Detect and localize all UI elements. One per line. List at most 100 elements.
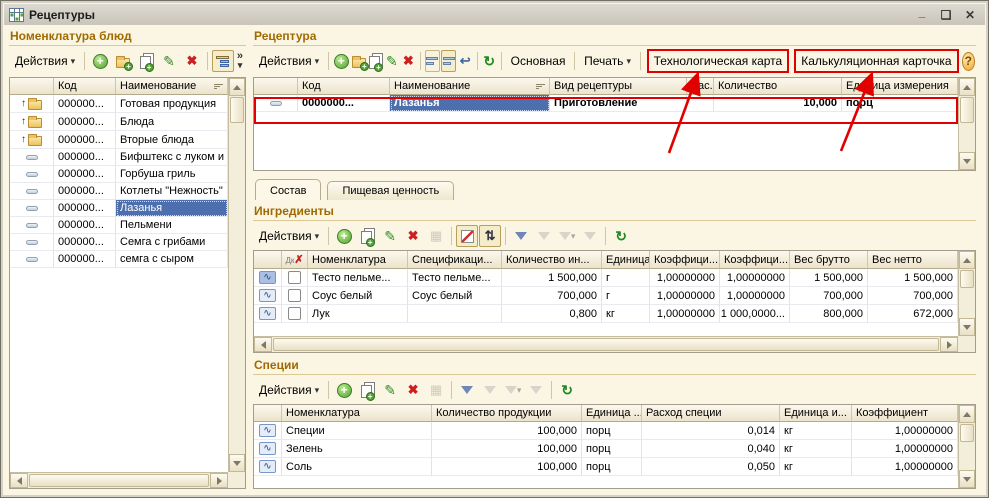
spice-row[interactable]: ∿ Специи 100,000 порц 0,014 кг 1,0000000… [254, 422, 958, 440]
edit-button[interactable]: ✎ [379, 225, 401, 247]
selected-cell[interactable]: Лазанья [390, 95, 550, 112]
checkbox[interactable] [288, 289, 301, 302]
print-button[interactable]: Печать ▾ [579, 51, 636, 71]
clear-filter-button[interactable] [525, 379, 547, 401]
table-row[interactable]: 000000... Бифштекс с луком и ... [10, 149, 228, 166]
table-row[interactable]: ↑ 000000... Вторые блюда [10, 131, 228, 149]
main-button[interactable]: Основная [506, 51, 571, 71]
code-column-header[interactable]: Код [54, 78, 116, 95]
edit-button[interactable]: ✎ [158, 50, 180, 72]
scroll-thumb[interactable] [960, 97, 974, 123]
refresh-button[interactable]: ↻ [482, 50, 497, 72]
table-row[interactable]: 000000... семга с сыром [10, 251, 228, 268]
delete-button[interactable]: ✖ [402, 225, 424, 247]
scroll-up-button[interactable] [229, 78, 245, 96]
clear-filter-button[interactable] [579, 225, 601, 247]
scroll-right-button[interactable] [210, 473, 228, 488]
icon-column-header[interactable] [254, 251, 282, 269]
scroll-thumb[interactable] [960, 270, 974, 288]
move-item-button[interactable]: ↩ [457, 50, 472, 72]
icon-column-header[interactable] [254, 78, 298, 95]
recipe-table-vscrollbar[interactable] [958, 78, 975, 170]
ingredients-actions-button[interactable]: Действия ▾ [254, 226, 324, 246]
calc-card-button[interactable]: Калькуляционная карточка [796, 51, 956, 71]
tab-composition[interactable]: Состав [255, 179, 321, 200]
unit-column-header[interactable]: Единица измерения [842, 78, 958, 95]
add-button[interactable]: + [333, 225, 355, 247]
add-button[interactable]: + [89, 50, 111, 72]
show-inactive-toggle[interactable] [456, 225, 478, 247]
copy-button[interactable]: + [356, 379, 378, 401]
recipe-type-column-header[interactable]: Вид рецептуры [550, 78, 687, 95]
hierarchy-view-toggle[interactable] [212, 50, 234, 72]
product-qty-column-header[interactable]: Количество продукции [432, 405, 582, 422]
ingredient-row[interactable]: ∿ Соус белый Соус белый 700,000 г 1,0000… [254, 287, 958, 305]
nomenclature-column-header[interactable]: Номенклатура [282, 405, 432, 422]
scroll-thumb[interactable] [230, 97, 244, 123]
refresh-button[interactable]: ↻ [556, 379, 578, 401]
nomenclature-column-header[interactable]: Номенклатура [308, 251, 408, 269]
checkbox[interactable] [288, 271, 301, 284]
spices-vscrollbar[interactable] [958, 405, 975, 488]
ingredients-hscrollbar[interactable] [254, 336, 958, 352]
recipe-row[interactable]: 0000000... Лазанья Приготовление 10,000 … [254, 95, 958, 112]
specification-column-header[interactable]: Спецификаци... [408, 251, 502, 269]
scroll-thumb[interactable] [960, 424, 974, 442]
add-group-button[interactable]: + [112, 50, 134, 72]
table-row[interactable]: ↑ 000000... Блюда [10, 113, 228, 131]
code-column-header[interactable]: Код [298, 78, 390, 95]
scroll-down-button[interactable] [959, 318, 975, 336]
totals-button[interactable]: ▦ [425, 225, 447, 247]
add-button[interactable]: + [333, 50, 350, 72]
maximize-button[interactable]: ❑ [936, 7, 956, 23]
close-button[interactable]: ✕ [960, 7, 980, 23]
help-button[interactable]: ? [962, 52, 975, 71]
list-view-toggle[interactable] [425, 50, 440, 72]
copy-button[interactable]: + [135, 50, 157, 72]
selected-cell[interactable]: Лазанья [116, 200, 228, 217]
scroll-up-button[interactable] [959, 405, 975, 423]
icon-column-header[interactable] [254, 405, 282, 422]
minimize-button[interactable]: _ [912, 7, 932, 23]
spice-consumption-column-header[interactable]: Расход специи [642, 405, 780, 422]
table-row[interactable]: 000000... Котлеты "Нежность" [10, 183, 228, 200]
ingredient-row[interactable]: ∿ Тесто пельме... Тесто пельме... 1 500,… [254, 269, 958, 287]
dish-table-hscrollbar[interactable] [10, 472, 228, 488]
tab-nutrition[interactable]: Пищевая ценность [327, 181, 454, 200]
refresh-button[interactable]: ↻ [610, 225, 632, 247]
scroll-left-button[interactable] [10, 473, 28, 488]
filter-button[interactable] [479, 379, 501, 401]
ingredient-qty-column-header[interactable]: Количество ин... [502, 251, 602, 269]
unit2-column-header[interactable]: Единица и... [780, 405, 852, 422]
icon-column-header[interactable] [10, 78, 54, 95]
totals-button[interactable]: ▦ [425, 379, 447, 401]
hierarchical-list-toggle[interactable] [441, 50, 456, 72]
filter-by-value-button[interactable]: ▾ [502, 379, 524, 401]
filter-by-value-button[interactable]: ▾ [556, 225, 578, 247]
table-row[interactable]: 000000... Горбуша гриль [10, 166, 228, 183]
scroll-left-button[interactable] [254, 337, 272, 352]
name-column-header[interactable]: Наименование [116, 78, 228, 95]
scroll-down-button[interactable] [959, 152, 975, 170]
scroll-down-button[interactable] [959, 470, 975, 488]
quantity-column-header[interactable]: Количество [714, 78, 842, 95]
unit-column-header[interactable]: Единица [602, 251, 650, 269]
left-actions-button[interactable]: Действия ▾ [10, 51, 80, 71]
add-group-button[interactable]: + [351, 50, 367, 72]
toolbar-overflow-button[interactable]: » ▾ [235, 52, 245, 70]
filter-settings-button[interactable] [456, 379, 478, 401]
copy-button[interactable]: + [356, 225, 378, 247]
edit-button[interactable]: ✎ [379, 379, 401, 401]
filter-settings-button[interactable] [510, 225, 532, 247]
coefficient2-column-header[interactable]: Коэффици... [720, 251, 790, 269]
tech-card-button[interactable]: Технологическая карта [649, 51, 788, 71]
table-row[interactable]: 000000... Семга с грибами [10, 234, 228, 251]
consumption-column-header[interactable]: Рас... [687, 78, 714, 95]
spices-actions-button[interactable]: Действия ▾ [254, 380, 324, 400]
scroll-thumb[interactable] [273, 338, 939, 351]
add-button[interactable]: + [333, 379, 355, 401]
delete-button[interactable]: ✖ [181, 50, 203, 72]
table-row-selected[interactable]: 000000... Лазанья [10, 200, 228, 217]
activity-column-header[interactable]: Дк✗ [282, 251, 308, 269]
scroll-right-button[interactable] [940, 337, 958, 352]
